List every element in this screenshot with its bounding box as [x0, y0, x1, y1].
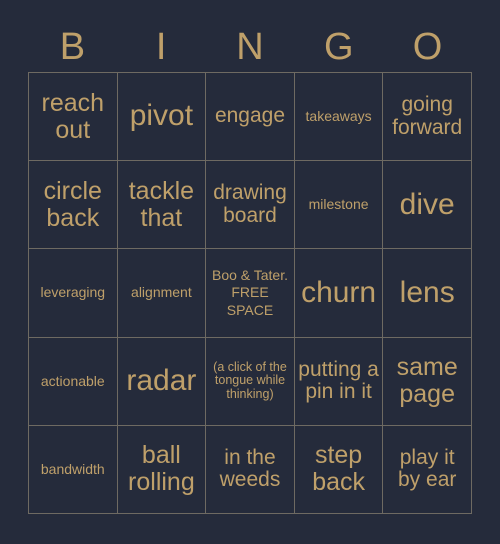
bingo-cell[interactable]: lens: [383, 249, 472, 338]
bingo-cell-label: milestone: [308, 196, 369, 213]
bingo-cell-label: dive: [399, 187, 455, 221]
bingo-cell[interactable]: reach out: [29, 73, 118, 162]
bingo-cell[interactable]: milestone: [294, 161, 384, 250]
bingo-cell-label: actionable: [40, 372, 105, 389]
bingo-cell[interactable]: dive: [383, 161, 472, 250]
bingo-cell[interactable]: ball rolling: [117, 425, 207, 514]
bingo-cell[interactable]: in the weeds: [206, 425, 295, 514]
bingo-cell[interactable]: (a click of the tongue while thinking): [206, 337, 295, 426]
bingo-cell[interactable]: takeaways: [294, 73, 384, 162]
bingo-cell-label: in the weeds: [219, 445, 281, 492]
bingo-cell-label: churn: [301, 275, 377, 309]
bingo-cell-label: reach out: [41, 88, 105, 144]
bingo-cell[interactable]: same page: [383, 337, 472, 426]
bingo-cell[interactable]: leveraging: [29, 249, 118, 338]
bingo-cell-label: leveraging: [40, 284, 106, 301]
bingo-cell-free-space[interactable]: Boo & Tater. FREE SPACE: [206, 249, 295, 338]
bingo-cell-label: going forward: [392, 92, 463, 139]
bingo-cell-label: takeaways: [305, 108, 372, 125]
bingo-cell[interactable]: engage: [206, 73, 295, 162]
bingo-cell[interactable]: alignment: [117, 249, 207, 338]
bingo-header-row: B I N G O: [28, 24, 472, 70]
bingo-header-letter-n: N: [236, 26, 264, 68]
bingo-cell[interactable]: going forward: [383, 73, 472, 162]
bingo-cell-label: circle back: [43, 176, 102, 232]
bingo-cell-label: Boo & Tater. FREE SPACE: [211, 267, 288, 318]
bingo-header-letter-o: O: [412, 26, 443, 68]
bingo-cell-label: bandwidth: [40, 460, 105, 477]
bingo-cell[interactable]: drawing board: [206, 161, 295, 250]
bingo-cell-label: same page: [396, 353, 458, 409]
bingo-grid: reach out pivot engage takeaways going forwa…: [28, 72, 472, 514]
bingo-cell[interactable]: tackle that: [117, 161, 207, 250]
bingo-header-letter-g: G: [324, 26, 354, 68]
bingo-cell-label: radar: [126, 364, 197, 397]
bingo-cell-label: tackle that: [128, 176, 195, 232]
bingo-cell-label: play it by ear: [398, 445, 457, 492]
bingo-cell-label: lens: [399, 275, 455, 309]
bingo-cell[interactable]: play it by ear: [383, 425, 472, 514]
bingo-cell[interactable]: circle back: [29, 161, 118, 250]
bingo-cell[interactable]: churn: [294, 249, 384, 338]
bingo-cell-label: step back: [312, 441, 365, 497]
bingo-cell[interactable]: putting a pin in it: [294, 337, 384, 426]
bingo-header-letter-b: B: [59, 26, 86, 68]
bingo-header-letter-i: I: [155, 26, 167, 68]
bingo-cell[interactable]: radar: [117, 337, 207, 426]
bingo-cell-label: drawing board: [213, 181, 287, 227]
bingo-cell-label: putting a pin in it: [298, 357, 379, 404]
bingo-cell[interactable]: actionable: [29, 337, 118, 426]
bingo-cell[interactable]: bandwidth: [29, 425, 118, 514]
bingo-cell-label: pivot: [129, 99, 194, 133]
bingo-card: B I N G O reach out pivot engage takeaways g…: [0, 0, 500, 544]
bingo-cell-label: ball rolling: [128, 441, 195, 497]
bingo-cell[interactable]: pivot: [117, 73, 207, 162]
bingo-cell-label: (a click of the tongue while thinking): [213, 359, 287, 401]
bingo-cell-label: engage: [214, 104, 286, 128]
bingo-cell-label: alignment: [131, 284, 192, 301]
bingo-cell[interactable]: step back: [294, 425, 384, 514]
